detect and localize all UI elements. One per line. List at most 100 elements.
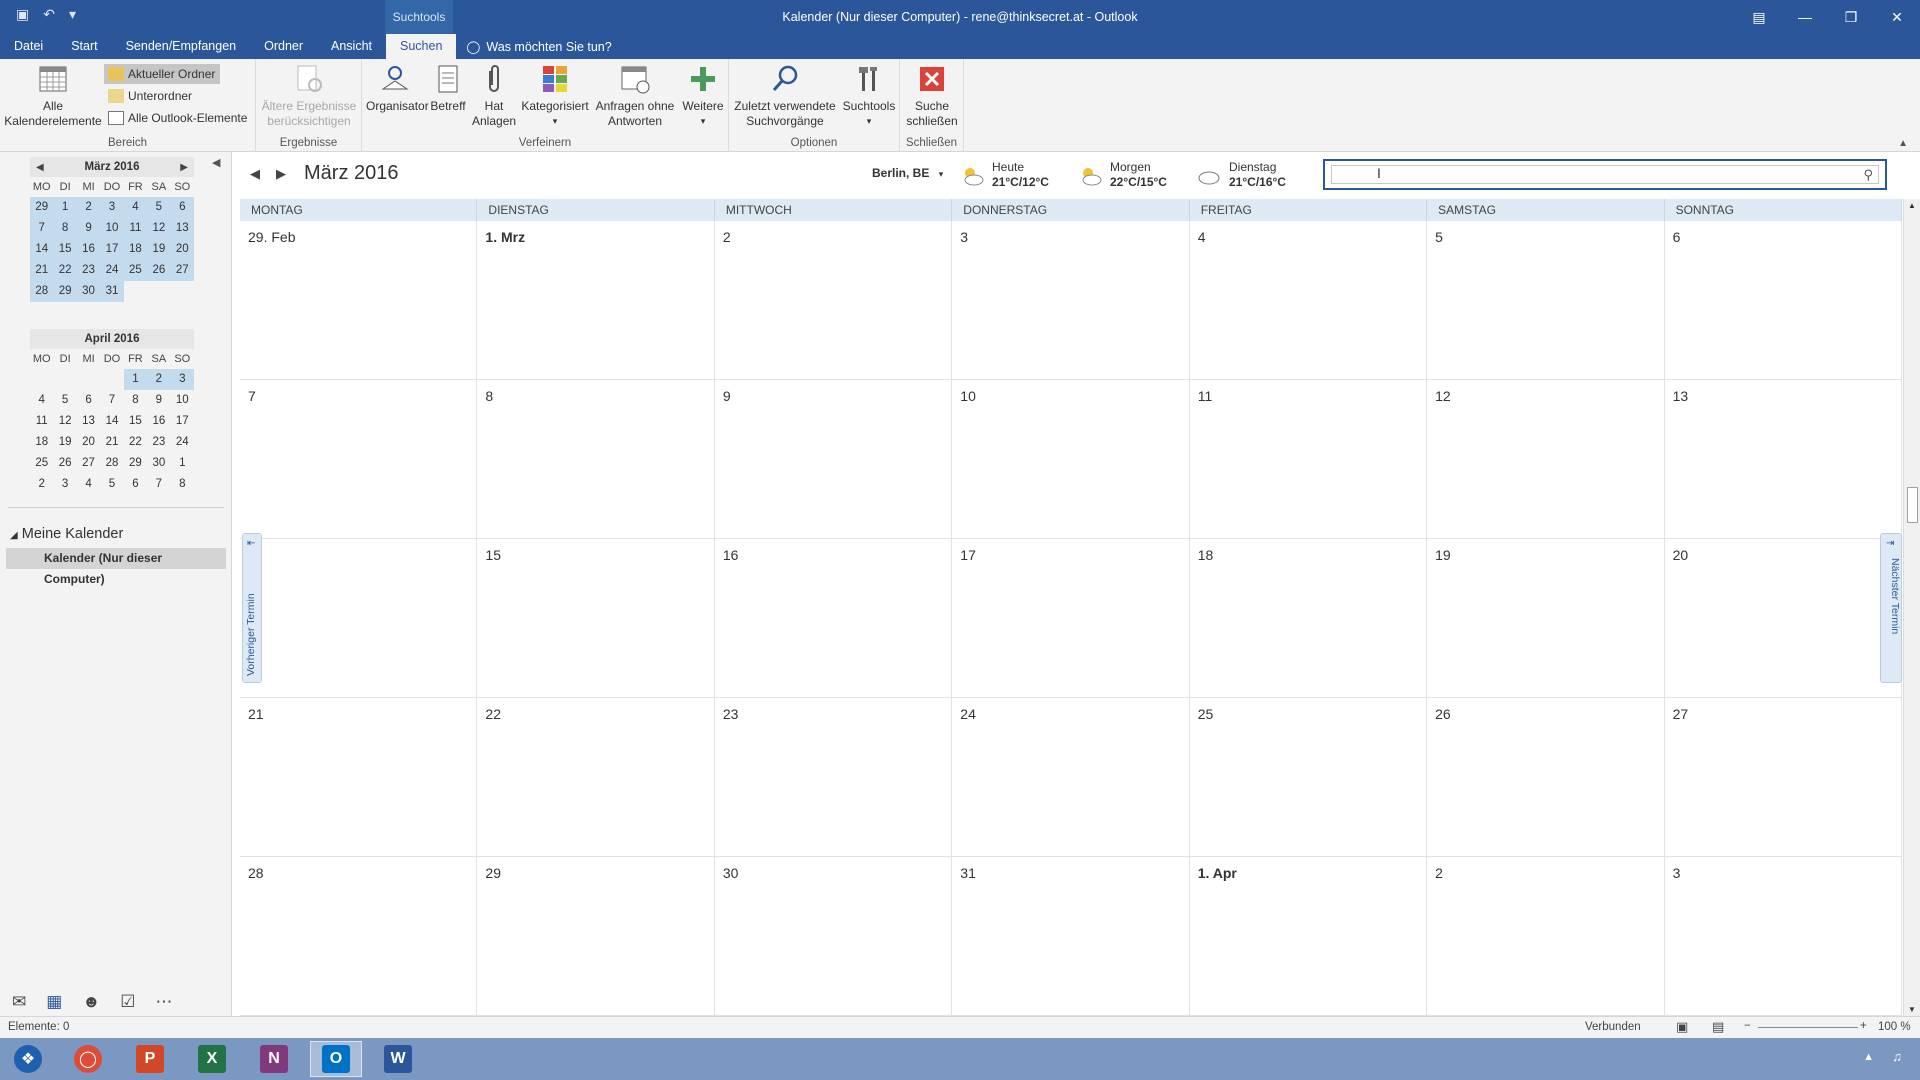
volume-icon[interactable]: ♫: [1892, 1049, 1902, 1064]
mini-calendar-day[interactable]: 4: [77, 474, 100, 495]
mini-calendar-day[interactable]: 20: [77, 432, 100, 453]
mini-calendar-day[interactable]: 1: [53, 197, 77, 218]
mini-calendar-day[interactable]: 8: [53, 218, 77, 239]
day-cell[interactable]: 16: [714, 539, 953, 698]
tell-me-box[interactable]: ◯ Was möchten Sie tun?: [456, 34, 611, 59]
mini-calendar-day[interactable]: 14: [30, 239, 54, 260]
mini-calendar-day[interactable]: 2: [30, 474, 53, 495]
mini-calendar-day[interactable]: 11: [123, 218, 148, 239]
mini-calendar-day[interactable]: 8: [171, 474, 194, 495]
reading-view-icon[interactable]: ▤: [1712, 1019, 1724, 1035]
mini-calendar-day[interactable]: 10: [171, 390, 194, 411]
day-cell[interactable]: 4: [1189, 221, 1428, 380]
my-calendars-group[interactable]: ◢ Meine Kalender: [10, 526, 123, 542]
day-cell[interactable]: 22: [477, 698, 715, 857]
next-appointment-button[interactable]: ⇥ Nächster Termin: [1880, 533, 1902, 683]
tasks-icon[interactable]: ☑: [120, 992, 135, 1012]
mini-calendar-day[interactable]: 9: [76, 218, 101, 239]
previous-appointment-button[interactable]: ⇤ Vorheriger Termin: [242, 533, 262, 683]
tab-suchen[interactable]: Suchen: [386, 34, 457, 59]
restore-icon[interactable]: ❐: [1828, 0, 1874, 34]
mini-calendar-day[interactable]: 7: [30, 218, 54, 239]
zoom-in-icon[interactable]: +: [1860, 1020, 1867, 1032]
calendar-folder-item[interactable]: Kalender (Nur dieser Computer): [6, 548, 226, 586]
mini-calendar-day[interactable]: 2: [76, 197, 101, 218]
organizer-button[interactable]: Organisator: [366, 63, 429, 114]
day-cell[interactable]: 3: [1664, 857, 1902, 1016]
day-cell[interactable]: 13: [1664, 380, 1902, 539]
taskbar-powerpoint[interactable]: P: [124, 1041, 176, 1077]
day-cell[interactable]: 9: [714, 380, 953, 539]
mini-calendar-day[interactable]: 22: [124, 432, 147, 453]
mini-calendar-day[interactable]: 21: [30, 260, 54, 281]
mini-calendar-day[interactable]: 3: [100, 197, 124, 218]
day-cell[interactable]: 15: [477, 539, 715, 698]
tab-datei[interactable]: Datei: [0, 34, 57, 59]
mini-calendar-day[interactable]: 19: [147, 239, 171, 260]
mini-calendar-day[interactable]: 17: [171, 411, 194, 432]
mini-calendar-day[interactable]: 4: [30, 390, 53, 411]
mini-calendar-day[interactable]: 12: [147, 218, 171, 239]
recent-searches-button[interactable]: Zuletzt verwendete Suchvorgänge: [733, 63, 837, 129]
mini-calendar-day[interactable]: 26: [147, 260, 171, 281]
mini-calendar-day[interactable]: 5: [53, 390, 76, 411]
mini-calendar-day[interactable]: 23: [76, 260, 101, 281]
mail-icon[interactable]: ✉: [12, 992, 26, 1012]
day-cell[interactable]: 10: [952, 380, 1190, 539]
taskbar-onenote[interactable]: N: [248, 1041, 300, 1077]
mini-calendar-day[interactable]: 25: [30, 453, 53, 474]
mini-calendar-day[interactable]: 23: [147, 432, 170, 453]
day-cell[interactable]: 19: [1427, 539, 1665, 698]
older-results-button[interactable]: Ältere Ergebnisse berücksichtigen: [260, 63, 358, 129]
categorized-button[interactable]: Kategorisiert ▾: [520, 63, 590, 129]
tab-ordner[interactable]: Ordner: [250, 34, 317, 59]
search-box[interactable]: I ⚲: [1323, 159, 1887, 190]
tab-ansicht[interactable]: Ansicht: [317, 34, 386, 59]
mini-calendar-day[interactable]: 29: [30, 197, 54, 218]
mini-calendar-day[interactable]: 7: [147, 474, 170, 495]
zoom-out-icon[interactable]: −: [1744, 1020, 1751, 1032]
location-selector[interactable]: Berlin, BE ▾: [872, 166, 943, 180]
mini-calendar-day[interactable]: 26: [53, 453, 76, 474]
mini-calendar-day[interactable]: 8: [124, 390, 147, 411]
search-input[interactable]: [1331, 165, 1879, 184]
zoom-level[interactable]: 100 %: [1878, 1021, 1911, 1033]
zoom-slider[interactable]: [1758, 1027, 1858, 1028]
collapse-pane-icon[interactable]: ◀: [212, 156, 220, 169]
taskbar-outlook[interactable]: O: [310, 1041, 362, 1077]
scroll-down-icon[interactable]: ▼: [1908, 1005, 1916, 1014]
day-cell[interactable]: 17: [952, 539, 1190, 698]
normal-view-icon[interactable]: ▣: [1676, 1019, 1688, 1035]
more-modules-icon[interactable]: ⋯: [155, 992, 172, 1012]
mini-calendar-day[interactable]: 12: [53, 411, 76, 432]
ribbon-display-options-icon[interactable]: ▤: [1736, 0, 1782, 34]
mini-calendar-day[interactable]: 13: [77, 411, 100, 432]
day-cell[interactable]: 2: [714, 221, 953, 380]
day-cell[interactable]: 25: [1189, 698, 1428, 857]
mini-calendar-day[interactable]: 4: [123, 197, 148, 218]
search-icon[interactable]: ⚲: [1863, 167, 1873, 183]
people-icon[interactable]: ☻: [82, 992, 100, 1012]
mini-calendar-day[interactable]: 15: [53, 239, 77, 260]
tab-senden-empfangen[interactable]: Senden/Empfangen: [112, 34, 251, 59]
subfolders-button[interactable]: Unterordner: [104, 86, 196, 106]
day-cell[interactable]: 23: [714, 698, 953, 857]
taskbar-excel[interactable]: X: [186, 1041, 238, 1077]
mini-calendar-day[interactable]: 2: [147, 369, 171, 390]
mini-calendar-day[interactable]: 1: [171, 453, 194, 474]
mini-calendar-day[interactable]: 24: [100, 260, 124, 281]
mini-calendar-day[interactable]: 14: [100, 411, 123, 432]
requests-without-replies-button[interactable]: Anfragen ohne Antworten: [592, 63, 678, 129]
taskbar-chrome[interactable]: ◯: [62, 1041, 114, 1077]
current-folder-button[interactable]: Aktueller Ordner: [104, 64, 220, 84]
day-cell[interactable]: 6: [1664, 221, 1902, 380]
day-cell[interactable]: 5: [1427, 221, 1665, 380]
day-cell[interactable]: 20: [1664, 539, 1902, 698]
mini-calendar-day[interactable]: 19: [53, 432, 76, 453]
day-cell[interactable]: 24: [952, 698, 1190, 857]
mini-calendar-day[interactable]: 24: [171, 432, 194, 453]
mini-calendar-day[interactable]: 9: [147, 390, 170, 411]
mini-calendar-day[interactable]: 6: [170, 197, 194, 218]
taskbar-word[interactable]: W: [372, 1041, 424, 1077]
mini-calendar-day[interactable]: 11: [30, 411, 53, 432]
